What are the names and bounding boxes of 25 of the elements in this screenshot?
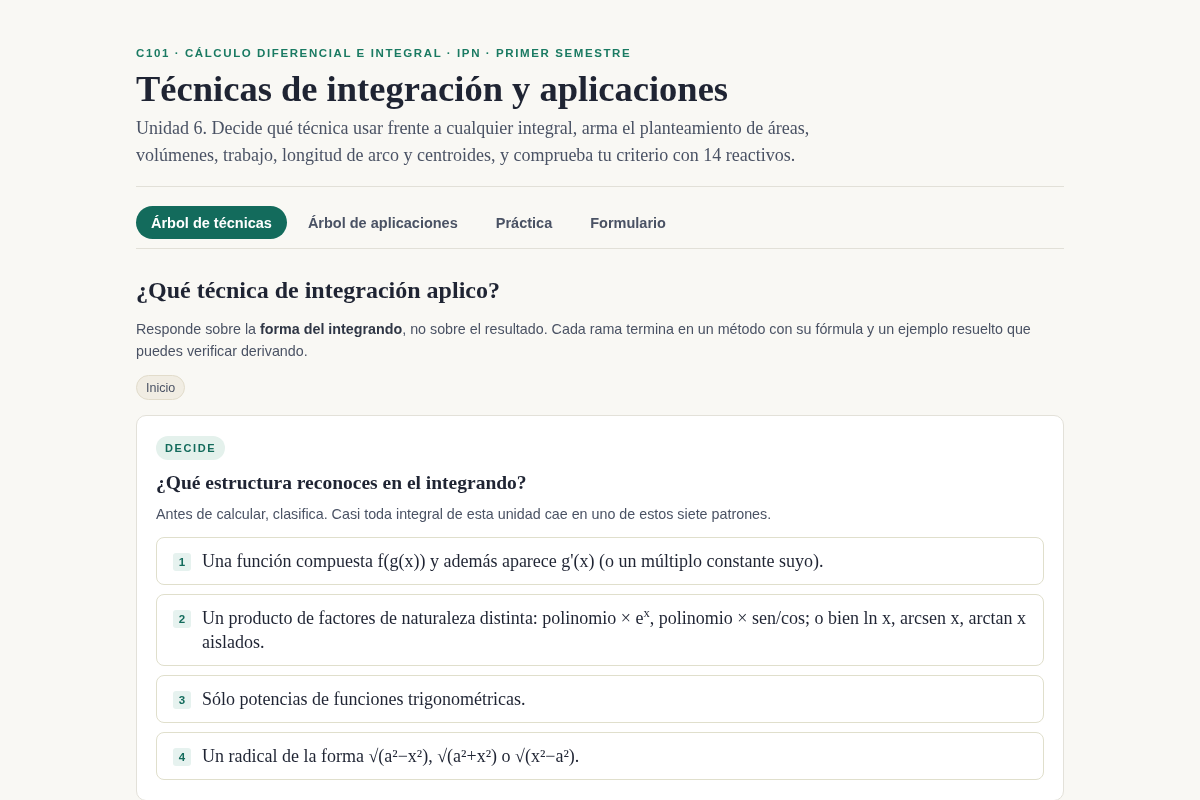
option-text: Sólo potencias de funciones trigonométricas. (202, 688, 526, 711)
tab[interactable]: Árbol de técnicas (136, 206, 287, 239)
option-number: 1 (173, 553, 191, 571)
decide-tag: DECIDE (156, 436, 226, 460)
option-number: 2 (173, 610, 191, 628)
page-title: Técnicas de integración y aplicaciones (136, 67, 730, 111)
question-title: ¿Qué estructura reconoces en el integrando? (156, 471, 528, 495)
breadcrumb-chip[interactable]: Inicio (136, 375, 186, 400)
tab[interactable]: Práctica (478, 206, 570, 239)
answer-option[interactable]: 2 Un producto de factores de naturaleza distinta: polinomio × e$^{x}$, polinomio × sen/cos; o bien ln x, arcsen x, arctan x aislados. (156, 594, 1044, 666)
option-text: Un radical de la forma √(a²−x²), √(a²+x²) o √(x²−a²). (202, 745, 580, 768)
tab[interactable]: Árbol de aplicaciones (290, 206, 475, 239)
tab[interactable]: Formulario (573, 206, 683, 239)
page-subtitle: Unidad 6. Decide qué técnica usar frente a cualquier integral, arma el planteamiento de áreas, volúmenes, trabajo, longitud de arco y centroides, y comprueba tu criterio con 14 reactivos. (136, 117, 811, 167)
question-hint: Antes de calcular, clasifica. Casi toda integral de esta unidad cae en uno de estos siete patrones. (156, 505, 773, 524)
answer-option[interactable]: 3 Sólo potencias de funciones trigonométricas. (156, 675, 1044, 723)
option-text: Un producto de factores de naturaleza distinta: polinomio × e$^{x}$, polinomio × sen/cos; o bien ln x, arcsen x, arctan x aislados. (202, 606, 1027, 654)
option-number: 3 (173, 691, 191, 709)
section-intro: Responde sobre la forma del integrando, no sobre el resultado. Cada rama termina en un método con su fórmula y un ejemplo resuelto que puedes verificar derivando. (136, 320, 1032, 361)
option-text: Una función compuesta f(g(x)) y además aparece g'(x) (o un múltiplo constante suyo). (202, 550, 824, 573)
option-number: 4 (173, 748, 191, 766)
answer-option[interactable]: 4 Un radical de la forma √(a²−x²), √(a²+x²) o √(x²−a²). (156, 732, 1044, 780)
section-title: ¿Qué técnica de integración aplico? (136, 276, 501, 305)
answer-option[interactable]: 1 Una función compuesta f(g(x)) y además aparece g'(x) (o un múltiplo constante suyo). (156, 537, 1044, 585)
course-eyebrow: C101 · CÁLCULO DIFERENCIAL E INTEGRAL · IPN · PRIMER SEMESTRE (136, 46, 633, 61)
